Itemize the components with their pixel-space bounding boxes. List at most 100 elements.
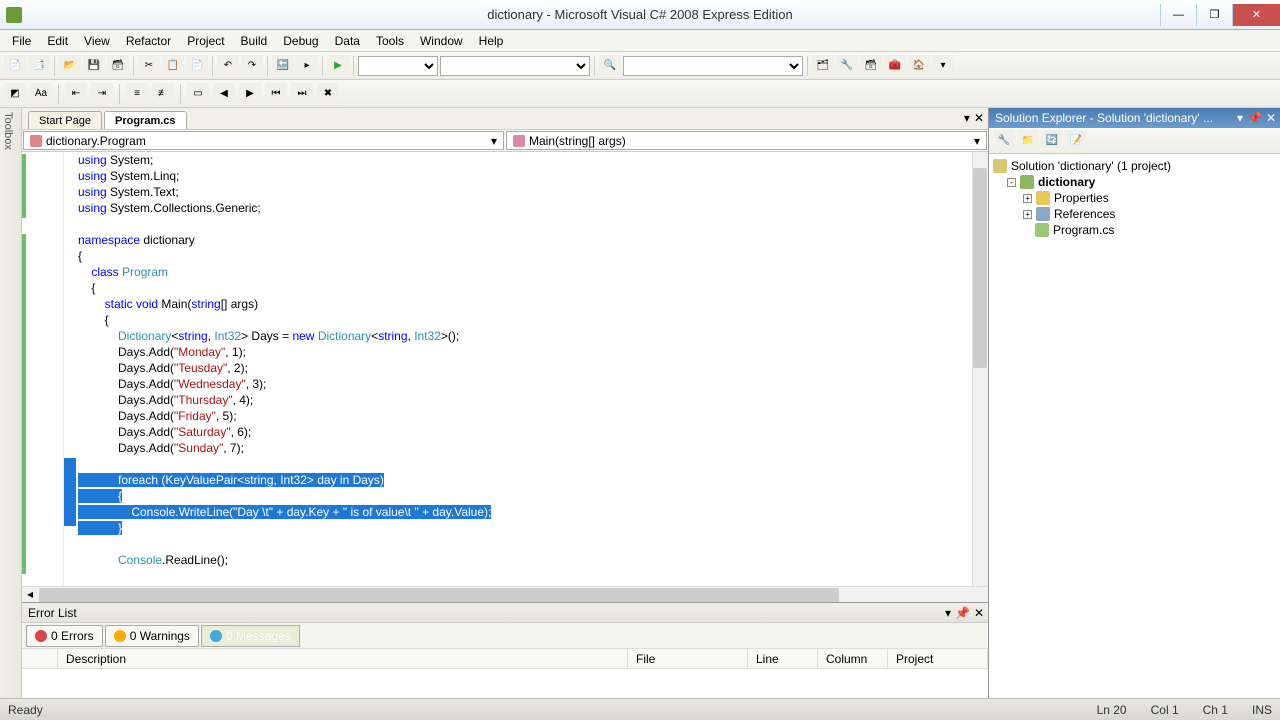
start-page-button[interactable]: 🏠 bbox=[908, 55, 930, 77]
uncomment-button[interactable]: ≢ bbox=[152, 83, 174, 105]
tab-start-page[interactable]: Start Page bbox=[28, 111, 102, 129]
col-description[interactable]: Description bbox=[58, 649, 628, 668]
cut-button[interactable]: ✂ bbox=[138, 55, 160, 77]
save-all-button[interactable]: 🗃 bbox=[107, 55, 129, 77]
clear-bookmarks-button[interactable]: ✖ bbox=[317, 83, 339, 105]
menu-help[interactable]: Help bbox=[471, 32, 512, 50]
horizontal-scrollbar[interactable]: ◂ bbox=[22, 586, 988, 602]
title-bar: dictionary - Microsoft Visual C# 2008 Ex… bbox=[0, 0, 1280, 30]
window-title: dictionary - Microsoft Visual C# 2008 Ex… bbox=[487, 7, 792, 22]
find-button[interactable]: 🔍 bbox=[599, 55, 621, 77]
tab-close-icon[interactable]: ✕ bbox=[974, 111, 984, 125]
toolbox-button[interactable]: 🧰 bbox=[884, 55, 906, 77]
menu-debug[interactable]: Debug bbox=[275, 32, 326, 50]
properties-icon[interactable]: 🔧 bbox=[993, 130, 1015, 152]
indent-more-button[interactable]: ⇥ bbox=[91, 83, 113, 105]
display-word-button[interactable]: Aa bbox=[30, 83, 52, 105]
menu-data[interactable]: Data bbox=[327, 32, 368, 50]
new-project-button[interactable]: 📄 bbox=[4, 55, 26, 77]
tree-solution[interactable]: Solution 'dictionary' (1 project) bbox=[993, 158, 1276, 174]
close-icon[interactable]: ✕ bbox=[1266, 111, 1276, 125]
status-ready: Ready bbox=[8, 703, 43, 717]
document-tabs: Start Page Program.cs ▾ ✕ bbox=[22, 108, 988, 130]
find-combo[interactable] bbox=[623, 56, 803, 76]
tree-project[interactable]: -dictionary bbox=[993, 174, 1276, 190]
status-ins: INS bbox=[1252, 703, 1272, 717]
view-code-icon[interactable]: 📝 bbox=[1065, 130, 1087, 152]
tab-program-cs[interactable]: Program.cs bbox=[104, 111, 187, 129]
menu-refactor[interactable]: Refactor bbox=[118, 32, 179, 50]
error-list-title: Error List bbox=[28, 606, 77, 620]
menu-bar: File Edit View Refactor Project Build De… bbox=[0, 30, 1280, 52]
comment-button[interactable]: ≡ bbox=[126, 83, 148, 105]
status-col: Col 1 bbox=[1151, 703, 1179, 717]
next-bookmark-folder-button[interactable]: ⏭ bbox=[291, 83, 313, 105]
col-project[interactable]: Project bbox=[888, 649, 988, 668]
copy-button[interactable]: 📋 bbox=[162, 55, 184, 77]
close-icon[interactable]: ✕ bbox=[974, 606, 984, 620]
menu-build[interactable]: Build bbox=[233, 32, 276, 50]
tree-program-cs[interactable]: Program.cs bbox=[993, 222, 1276, 238]
toolbox-strip[interactable]: Toolbox bbox=[0, 108, 22, 698]
app-icon bbox=[6, 7, 22, 23]
display-object-button[interactable]: ◩ bbox=[4, 83, 26, 105]
menu-tools[interactable]: Tools bbox=[368, 32, 412, 50]
properties-button[interactable]: 🔧 bbox=[836, 55, 858, 77]
solution-platform-combo[interactable] bbox=[440, 56, 590, 76]
col-column[interactable]: Column bbox=[818, 649, 888, 668]
filter-warnings[interactable]: 0 Warnings bbox=[105, 625, 199, 647]
solution-explorer: Solution Explorer - Solution 'dictionary… bbox=[988, 108, 1280, 698]
pin-icon[interactable]: 📌 bbox=[1247, 111, 1262, 125]
redo-button[interactable]: ↷ bbox=[241, 55, 263, 77]
undo-button[interactable]: ↶ bbox=[217, 55, 239, 77]
tree-properties[interactable]: +Properties bbox=[993, 190, 1276, 206]
code-editor[interactable]: using System; using System.Linq; using S… bbox=[22, 152, 988, 586]
solution-explorer-button[interactable]: 🗂 bbox=[812, 55, 834, 77]
vertical-scrollbar[interactable] bbox=[972, 152, 988, 586]
status-ch: Ch 1 bbox=[1203, 703, 1228, 717]
show-all-files-icon[interactable]: 📁 bbox=[1017, 130, 1039, 152]
minimize-button[interactable]: — bbox=[1160, 4, 1196, 26]
status-bar: Ready Ln 20 Col 1 Ch 1 INS bbox=[0, 698, 1280, 720]
bookmark-button[interactable]: ▭ bbox=[187, 83, 209, 105]
panel-dropdown-icon[interactable]: ▾ bbox=[945, 606, 951, 620]
open-button[interactable]: 📂 bbox=[59, 55, 81, 77]
maximize-button[interactable]: ❐ bbox=[1196, 4, 1232, 26]
col-line[interactable]: Line bbox=[748, 649, 818, 668]
add-item-button[interactable]: 📑 bbox=[28, 55, 50, 77]
next-bookmark-button[interactable]: ▶ bbox=[239, 83, 261, 105]
toolbar-text-editor: ◩ Aa ⇤ ⇥ ≡ ≢ ▭ ◀ ▶ ⏮ ⏭ ✖ bbox=[0, 80, 1280, 108]
filter-messages[interactable]: 0 Messages bbox=[201, 625, 300, 647]
paste-button[interactable]: 📄 bbox=[186, 55, 208, 77]
nav-fwd-button[interactable]: ▸ bbox=[296, 55, 318, 77]
more-windows-button[interactable]: ▾ bbox=[932, 55, 954, 77]
prev-bookmark-folder-button[interactable]: ⏮ bbox=[265, 83, 287, 105]
menu-edit[interactable]: Edit bbox=[39, 32, 76, 50]
prev-bookmark-button[interactable]: ◀ bbox=[213, 83, 235, 105]
tab-dropdown-icon[interactable]: ▾ bbox=[964, 111, 970, 125]
start-debug-button[interactable]: ▶ bbox=[327, 55, 349, 77]
status-line: Ln 20 bbox=[1097, 703, 1127, 717]
col-file[interactable]: File bbox=[628, 649, 748, 668]
code-nav-bar: dictionary.Program▾ Main(string[] args)▾ bbox=[22, 130, 988, 152]
close-button[interactable]: ✕ bbox=[1232, 4, 1280, 26]
menu-window[interactable]: Window bbox=[412, 32, 471, 50]
solution-explorer-title: Solution Explorer - Solution 'dictionary… bbox=[995, 111, 1213, 125]
indent-less-button[interactable]: ⇤ bbox=[65, 83, 87, 105]
menu-view[interactable]: View bbox=[76, 32, 118, 50]
save-button[interactable]: 💾 bbox=[83, 55, 105, 77]
menu-file[interactable]: File bbox=[4, 32, 39, 50]
class-selector[interactable]: dictionary.Program▾ bbox=[23, 131, 504, 150]
menu-project[interactable]: Project bbox=[179, 32, 232, 50]
nav-back-button[interactable]: 🔙 bbox=[272, 55, 294, 77]
panel-dropdown-icon[interactable]: ▾ bbox=[1237, 111, 1243, 125]
refresh-icon[interactable]: 🔄 bbox=[1041, 130, 1063, 152]
object-browser-button[interactable]: 🗃 bbox=[860, 55, 882, 77]
toolbar-standard: 📄 📑 📂 💾 🗃 ✂ 📋 📄 ↶ ↷ 🔙 ▸ ▶ 🔍 🗂 🔧 🗃 🧰 🏠 ▾ bbox=[0, 52, 1280, 80]
error-list-panel: Error List ▾ 📌 ✕ 0 Errors 0 Warnings 0 Mes… bbox=[22, 602, 988, 698]
filter-errors[interactable]: 0 Errors bbox=[26, 625, 103, 647]
pin-icon[interactable]: 📌 bbox=[955, 606, 970, 620]
member-selector[interactable]: Main(string[] args)▾ bbox=[506, 131, 987, 150]
tree-references[interactable]: +References bbox=[993, 206, 1276, 222]
solution-config-combo[interactable] bbox=[358, 56, 438, 76]
